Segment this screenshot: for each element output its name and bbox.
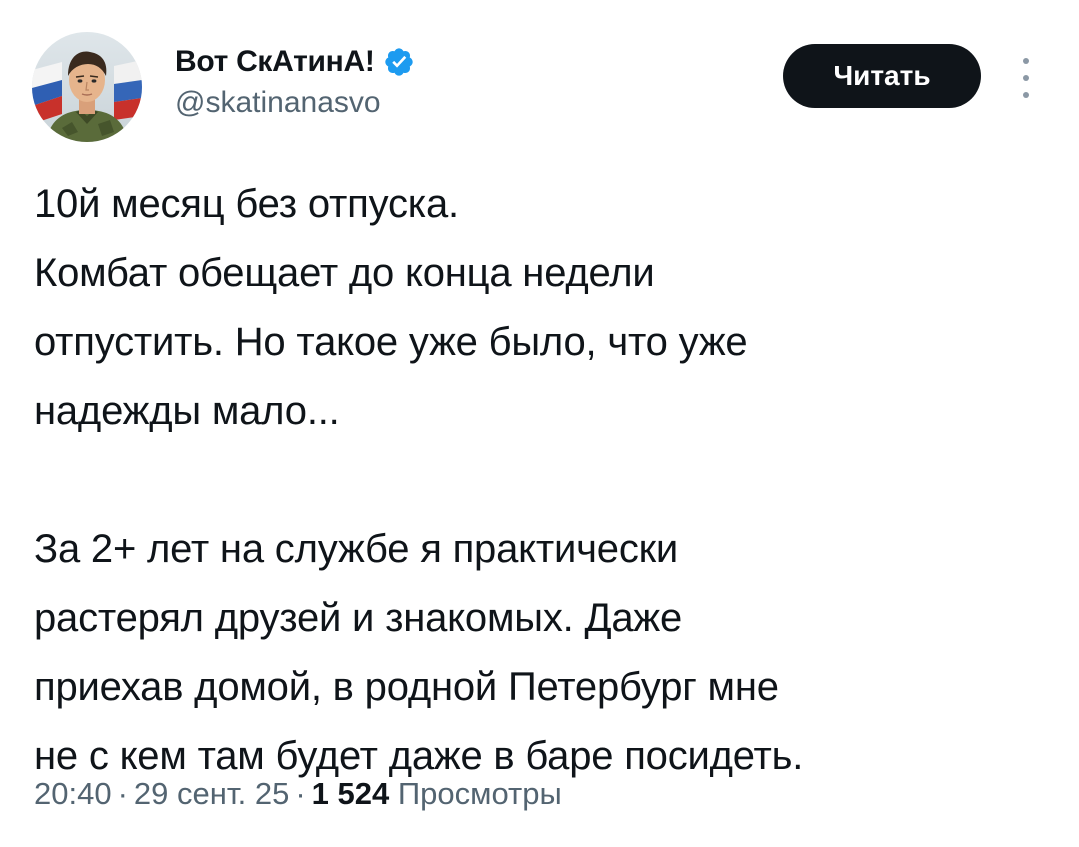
views-count[interactable]: 1 524	[312, 776, 390, 811]
views-label[interactable]: Просмотры	[398, 776, 562, 811]
verified-badge-icon[interactable]	[383, 46, 415, 78]
follow-button[interactable]: Читать	[783, 44, 981, 108]
author-info: Вот СкАтинА! @skatinanasvo	[175, 40, 415, 120]
dot	[1023, 58, 1029, 64]
tweet-date[interactable]: 29 сент. 25	[134, 776, 289, 811]
tweet-meta: 20:40 · 29 сент. 25 · 1 524 Просмотры	[34, 776, 562, 812]
avatar[interactable]	[32, 32, 142, 142]
dot	[1023, 75, 1029, 81]
soldier-portrait-avatar-icon	[32, 32, 142, 142]
tweet-text: 10й месяц без отпуска. Комбат обещает до…	[34, 170, 1044, 791]
tweet-paragraph: За 2+ лет на службе я практически растер…	[34, 527, 804, 778]
author-display-name[interactable]: Вот СкАтинА!	[175, 45, 375, 79]
separator: ·	[295, 776, 306, 811]
tweet-paragraph: 10й месяц без отпуска. Комбат обещает до…	[34, 182, 748, 433]
author-name-row: Вот СкАтинА!	[175, 40, 415, 84]
separator: ·	[117, 776, 128, 811]
author-handle[interactable]: @skatinanasvo	[175, 86, 415, 120]
dot	[1023, 92, 1029, 98]
tweet-card: Вот СкАтинА! @skatinanasvo Читать 10й ме…	[0, 0, 1079, 847]
more-options-icon[interactable]	[1014, 58, 1038, 98]
tweet-time[interactable]: 20:40	[34, 776, 112, 811]
